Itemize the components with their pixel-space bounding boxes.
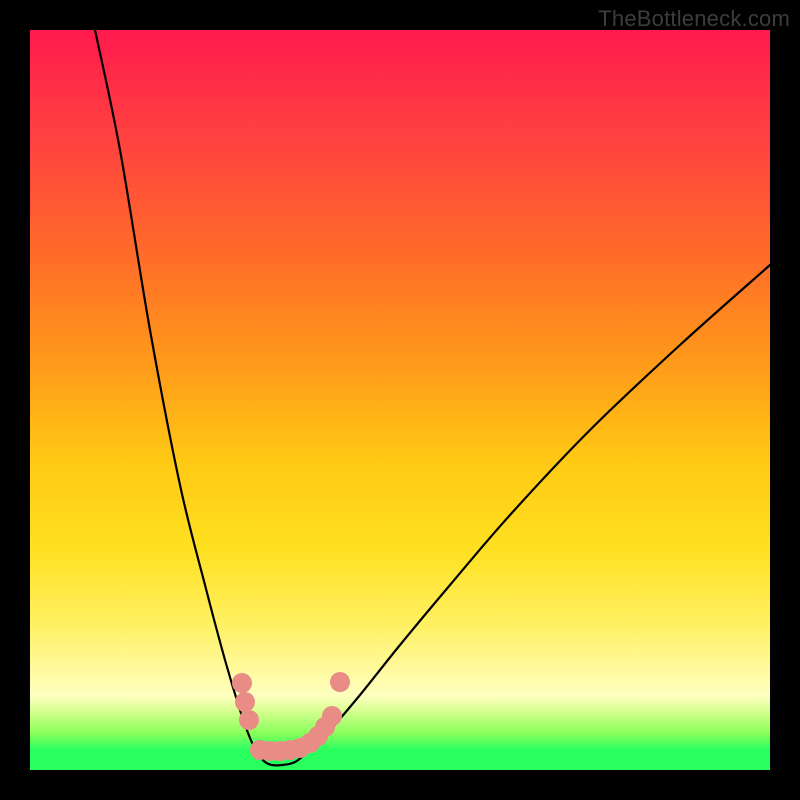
plot-area: [30, 30, 770, 770]
chart-frame: TheBottleneck.com: [0, 0, 800, 800]
curve-layer: [30, 30, 770, 770]
marker-dot: [235, 692, 255, 712]
marker-dot: [322, 706, 342, 726]
bottleneck-curve: [95, 30, 770, 765]
watermark-text: TheBottleneck.com: [598, 6, 790, 32]
marker-dot: [239, 710, 259, 730]
highlight-dots: [232, 672, 350, 761]
marker-dot: [330, 672, 350, 692]
marker-dot: [232, 673, 252, 693]
